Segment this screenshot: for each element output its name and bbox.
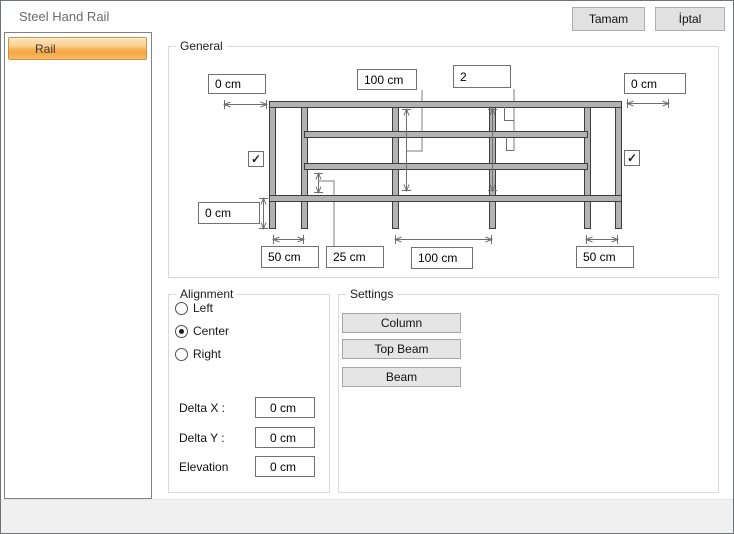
footer-bar (1, 499, 733, 534)
radio-left-icon (175, 302, 188, 315)
beam-count-input[interactable] (453, 65, 511, 88)
alignment-option-right[interactable]: Right (175, 346, 221, 362)
settings-groupbox-label: Settings (346, 287, 397, 301)
radio-center-label: Center (193, 324, 229, 338)
mid-beam-1 (305, 132, 588, 138)
radio-center-icon (175, 325, 188, 338)
check-icon: ✓ (251, 153, 261, 165)
mid-beam-2 (305, 164, 588, 170)
dimension-lines (224, 99, 669, 244)
elevation-label: Elevation (179, 460, 228, 474)
top-beam (270, 102, 622, 108)
bottom-beam (270, 196, 622, 202)
check-icon: ✓ (627, 152, 637, 164)
steel-hand-rail-dialog: Steel Hand Rail ✕ Rail General (0, 0, 734, 534)
cancel-button[interactable]: İptal (655, 7, 725, 31)
mid-post-spacing-input[interactable] (411, 247, 473, 269)
sidebar: Rail (4, 32, 152, 499)
delta-x-input[interactable] (255, 397, 315, 418)
bottom-extension-input[interactable] (198, 202, 260, 224)
delta-x-label: Delta X : (179, 401, 225, 415)
top-beam-button[interactable]: Top Beam (342, 339, 461, 359)
rail-height-input[interactable] (357, 69, 417, 90)
beam-button[interactable]: Beam (342, 367, 461, 387)
top-right-offset-input[interactable] (624, 73, 686, 94)
top-left-offset-input[interactable] (208, 74, 266, 94)
radio-right-icon (175, 348, 188, 361)
delta-y-label: Delta Y : (179, 431, 225, 445)
column-6 (616, 107, 622, 229)
alignment-option-center[interactable]: Center (175, 323, 229, 339)
beams (270, 102, 622, 202)
ok-button[interactable]: Tamam (572, 7, 645, 31)
delta-y-input[interactable] (255, 427, 315, 448)
column-1 (270, 107, 276, 229)
left-post-spacing-input[interactable] (261, 246, 319, 268)
elevation-input[interactable] (255, 456, 315, 477)
column-button[interactable]: Column (342, 313, 461, 333)
alignment-groupbox-label: Alignment (176, 287, 237, 301)
sidebar-item-label: Rail (35, 42, 56, 56)
window-title: Steel Hand Rail (19, 9, 109, 24)
right-post-spacing-input[interactable] (576, 246, 634, 268)
left-post-checkbox[interactable]: ✓ (248, 151, 264, 167)
right-post-checkbox[interactable]: ✓ (624, 150, 640, 166)
beam-gap-input[interactable] (326, 246, 384, 268)
alignment-option-left[interactable]: Left (175, 300, 213, 316)
radio-right-label: Right (193, 347, 221, 361)
sidebar-item-rail[interactable]: Rail (8, 37, 147, 60)
radio-left-label: Left (193, 301, 213, 315)
